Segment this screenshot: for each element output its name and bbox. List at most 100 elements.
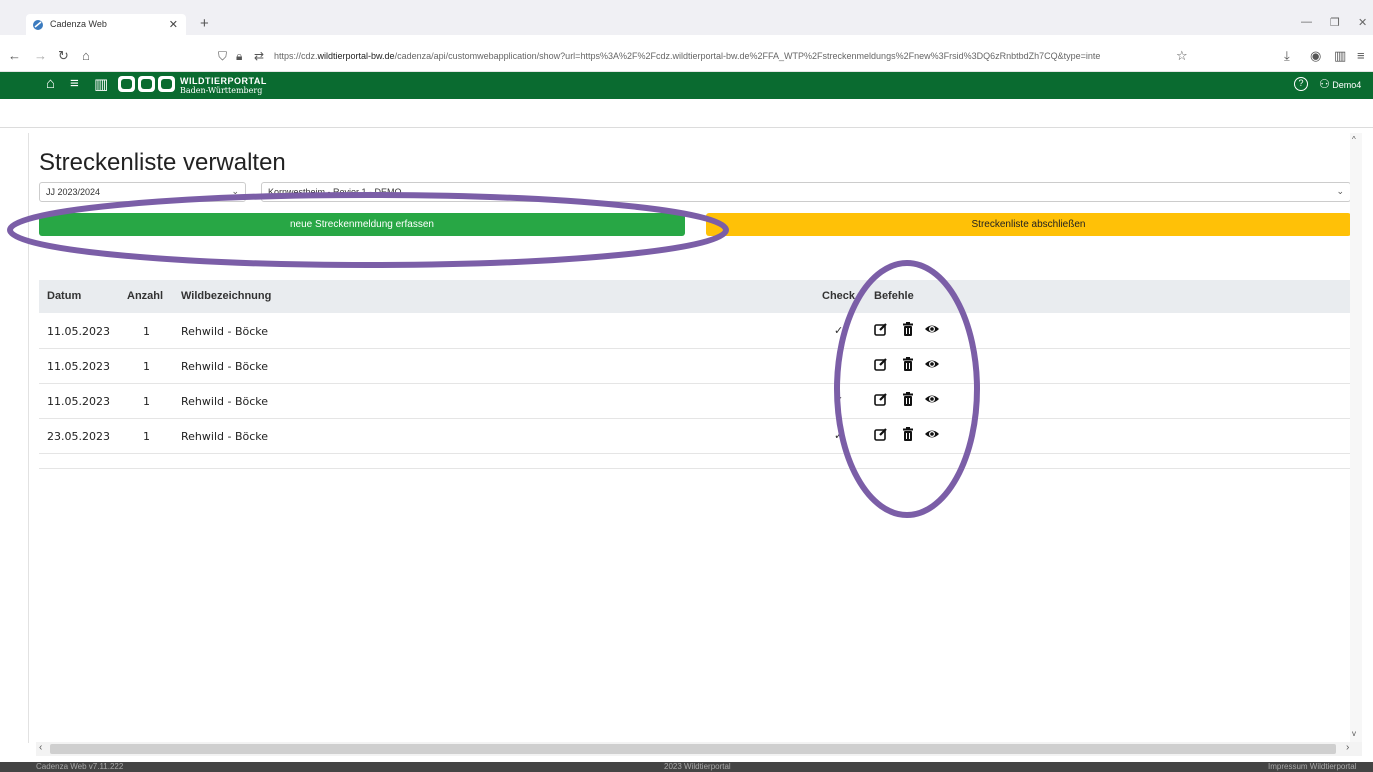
table-row: 11.05.2023 1 Rehwild - Böcke ✓ (39, 349, 1351, 384)
shield-icon[interactable]: ⛉ (218, 49, 227, 64)
footer-version: Cadenza Web v7.11.222 (36, 762, 124, 771)
close-strecken-list-button[interactable]: Streckenliste abschließen (706, 213, 1351, 236)
footer-imprint-link[interactable]: Impressum Wildtierportal (1268, 762, 1356, 771)
check-mark-icon: ✓ (834, 360, 844, 372)
season-select[interactable]: JJ 2023/2024 ⌄ (39, 182, 246, 202)
edit-icon[interactable] (874, 322, 888, 336)
browser-tab-bar: Cadenza Web ✕ + — ❐ ✕ (0, 0, 1373, 36)
table-header: Datum Anzahl Wildbezeichnung Check Befeh… (39, 280, 1351, 313)
season-select-value: JJ 2023/2024 (46, 187, 101, 197)
cell-anzahl: 1 (143, 360, 150, 373)
brand-title: WILDTIERPORTAL (180, 76, 267, 86)
eye-icon[interactable] (924, 322, 940, 336)
footer-copyright: 2023 Wildtierportal (664, 762, 731, 771)
cadenza-favicon-icon (33, 20, 43, 30)
map-icon[interactable]: ▥ (94, 75, 108, 93)
hamburger-menu-icon[interactable]: ≡ (70, 75, 79, 92)
check-mark-icon: ✓ (834, 325, 844, 337)
browser-nav-bar: ← → ↻ ⌂ ⛉ 🔒︎ ⇄ https://cdz.wildtierporta… (0, 42, 1373, 72)
column-anzahl[interactable]: Anzahl (127, 290, 163, 302)
cell-wildbezeichnung: Rehwild - Böcke (181, 360, 269, 373)
logo-deer-icon (118, 76, 135, 92)
trash-icon[interactable] (901, 392, 915, 406)
app-footer: Cadenza Web v7.11.222 2023 Wildtierporta… (0, 762, 1373, 772)
user-icon: ⚇ (1319, 77, 1330, 91)
library-icon[interactable]: ▥ (1334, 48, 1346, 64)
address-bar[interactable]: ⛉ 🔒︎ ⇄ https://cdz.wildtierportal-bw.de/… (212, 48, 1192, 68)
revier-select[interactable]: Kornwestheim - Revier 1 - DEMO ⌄ (261, 182, 1351, 202)
url-path: /cadenza/api/customwebapplication/show?u… (394, 51, 1101, 61)
app-header: ⌂ ≡ ▥ WILDTIERPORTAL Baden-Württemberg ?… (0, 72, 1373, 99)
column-wildbezeichnung[interactable]: Wildbezeichnung (181, 290, 271, 302)
lock-icon[interactable]: 🔒︎ (236, 49, 242, 64)
cell-anzahl: 1 (143, 430, 150, 443)
cell-anzahl: 1 (143, 325, 150, 338)
tab-title: Cadenza Web (50, 19, 107, 29)
new-strecken-report-button[interactable]: neue Streckenmeldung erfassen (39, 213, 685, 236)
table-row: 11.05.2023 1 Rehwild - Böcke ✓ (39, 384, 1351, 419)
help-icon[interactable]: ? (1294, 77, 1308, 91)
revier-select-value: Kornwestheim - Revier 1 - DEMO (268, 187, 402, 197)
check-mark-icon: ✓ (834, 430, 844, 442)
browser-tab[interactable]: Cadenza Web ✕ (26, 14, 186, 36)
new-tab-icon[interactable]: + (200, 15, 209, 32)
scroll-right-icon[interactable]: › (1346, 742, 1349, 753)
back-icon[interactable]: ← (8, 48, 21, 63)
horizontal-scroll-thumb[interactable] (50, 744, 1336, 754)
trash-icon[interactable] (901, 322, 915, 336)
column-datum[interactable]: Datum (47, 290, 81, 302)
trash-icon[interactable] (901, 427, 915, 441)
minimize-icon[interactable]: — (1301, 16, 1312, 28)
cell-datum: 23.05.2023 (47, 430, 110, 443)
vertical-scrollbar[interactable]: ^ v (1350, 133, 1362, 743)
chevron-down-icon: ⌄ (231, 186, 239, 196)
reload-icon[interactable]: ↻ (58, 48, 69, 64)
user-menu[interactable]: ⚇ Demo4 (1319, 77, 1361, 91)
cell-datum: 11.05.2023 (47, 360, 110, 373)
tab-close-icon[interactable]: ✕ (169, 18, 178, 31)
bookmark-star-icon[interactable]: ☆ (1176, 48, 1188, 64)
scroll-left-icon[interactable]: ‹ (39, 742, 42, 753)
eye-icon[interactable] (924, 427, 940, 441)
logo-paw-icon (138, 76, 155, 92)
window-close-icon[interactable]: ✕ (1358, 16, 1367, 29)
main-content: Streckenliste verwalten JJ 2023/2024 ⌄ K… (28, 133, 1351, 743)
home-icon[interactable]: ⌂ (46, 75, 55, 92)
edit-icon[interactable] (874, 392, 888, 406)
scroll-up-icon[interactable]: ^ (1352, 135, 1356, 144)
forward-icon[interactable]: → (34, 48, 47, 63)
table-bottom-divider (39, 468, 1351, 469)
horizontal-scrollbar[interactable]: ‹ › (36, 742, 1362, 756)
permissions-icon[interactable]: ⇄ (254, 49, 264, 63)
logo-bird-icon (158, 76, 175, 92)
brand-subtitle: Baden-Württemberg (180, 86, 263, 95)
url-domain: wildtierportal-bw.de (317, 51, 395, 61)
home-icon[interactable]: ⌂ (82, 48, 90, 63)
edit-icon[interactable] (874, 357, 888, 371)
user-name: Demo4 (1332, 80, 1362, 90)
check-mark-icon: ✓ (834, 395, 844, 407)
trash-icon[interactable] (901, 357, 915, 371)
sub-header-strip (0, 99, 1373, 128)
cell-wildbezeichnung: Rehwild - Böcke (181, 430, 269, 443)
extension-icon[interactable]: ◉ (1310, 48, 1321, 64)
table-row: 23.05.2023 1 Rehwild - Böcke ✓ (39, 419, 1351, 454)
url-prefix: https://cdz. (274, 51, 318, 61)
table-row: 11.05.2023 1 Rehwild - Böcke ✓ (39, 314, 1351, 349)
cell-datum: 11.05.2023 (47, 325, 110, 338)
cell-anzahl: 1 (143, 395, 150, 408)
cell-wildbezeichnung: Rehwild - Böcke (181, 395, 269, 408)
page-title: Streckenliste verwalten (39, 149, 286, 176)
chevron-down-icon: ⌄ (1336, 186, 1344, 196)
eye-icon[interactable] (924, 392, 940, 406)
column-check[interactable]: Check (822, 290, 855, 302)
menu-icon[interactable]: ≡ (1357, 48, 1365, 63)
scroll-down-icon[interactable]: v (1352, 729, 1356, 738)
restore-icon[interactable]: ❐ (1330, 16, 1340, 29)
edit-icon[interactable] (874, 427, 888, 441)
eye-icon[interactable] (924, 357, 940, 371)
cell-datum: 11.05.2023 (47, 395, 110, 408)
download-icon[interactable]: ⤓ (1284, 48, 1290, 64)
column-befehle: Befehle (874, 290, 914, 302)
cell-wildbezeichnung: Rehwild - Böcke (181, 325, 269, 338)
